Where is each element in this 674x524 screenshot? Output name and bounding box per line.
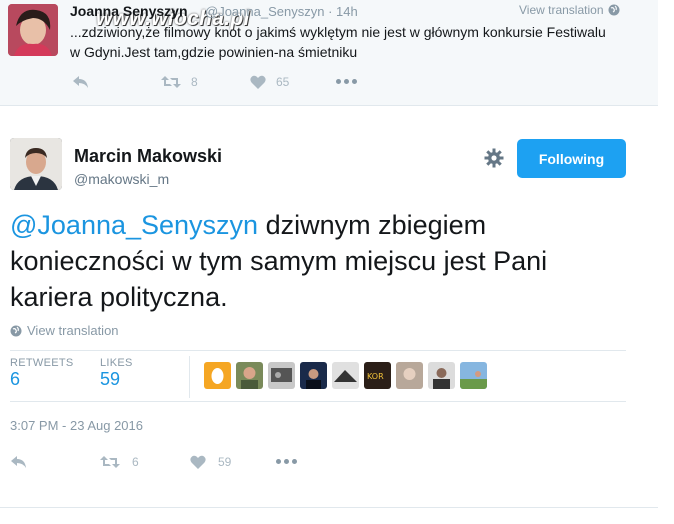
globe-icon xyxy=(10,325,22,336)
retweet-button[interactable]: 8 xyxy=(161,75,198,89)
previous-tweet[interactable]: www.wiocha.pl Joanna Senyszyn @Joanna_Se… xyxy=(0,0,658,106)
like-count: 59 xyxy=(218,455,232,469)
retweet-icon xyxy=(161,76,181,88)
author-name[interactable]: Marcin Makowski xyxy=(74,146,222,167)
divider xyxy=(10,350,626,351)
joanna-avatar[interactable] xyxy=(8,4,58,56)
tweet-time[interactable]: · 14h xyxy=(328,4,358,19)
mention-link[interactable]: @Joanna_Senyszyn xyxy=(10,210,258,240)
author-name[interactable]: Joanna Senyszyn xyxy=(70,3,188,19)
globe-icon xyxy=(608,4,619,16)
view-translation-label: View translation xyxy=(27,323,119,338)
like-icon xyxy=(250,75,266,89)
view-translation-link[interactable]: View translation xyxy=(10,323,119,338)
reply-button[interactable] xyxy=(72,75,90,89)
liker-avatar[interactable] xyxy=(396,362,423,389)
reply-icon xyxy=(73,76,88,88)
liker-avatar[interactable]: KOR xyxy=(364,362,391,389)
liker-avatar[interactable] xyxy=(300,362,327,389)
likes-stat[interactable]: LIKES 59 xyxy=(100,357,133,390)
liker-avatars: KOR xyxy=(204,362,487,389)
like-button[interactable]: 65 xyxy=(250,75,289,89)
liker-avatar[interactable] xyxy=(236,362,263,389)
more-icon[interactable] xyxy=(276,459,297,464)
like-button[interactable]: 59 xyxy=(190,455,231,469)
liker-avatar[interactable] xyxy=(204,362,231,389)
retweets-label: RETWEETS xyxy=(10,357,74,369)
marcin-avatar[interactable] xyxy=(10,138,62,190)
divider xyxy=(0,507,658,508)
tweet-timestamp[interactable]: 3:07 PM - 23 Aug 2016 xyxy=(10,418,143,433)
divider xyxy=(189,356,190,398)
following-button[interactable]: Following xyxy=(517,139,626,178)
liker-avatar[interactable] xyxy=(332,362,359,389)
divider xyxy=(10,401,626,402)
author-handle-text: @Joanna_Senyszyn xyxy=(205,4,325,19)
retweet-count: 8 xyxy=(191,75,198,89)
tweet-text: ...zdziwiony,że filmowy knot o jakimś wy… xyxy=(70,24,606,60)
retweet-count: 6 xyxy=(132,455,139,469)
page-edge xyxy=(658,0,674,524)
liker-avatar[interactable] xyxy=(460,362,487,389)
likes-count: 59 xyxy=(100,369,121,389)
view-translation-link[interactable]: View translation xyxy=(519,3,620,17)
author-handle[interactable]: @makowski_m xyxy=(74,171,169,187)
author-handle[interactable]: @Joanna_Senyszyn · 14h xyxy=(205,4,358,19)
liker-avatar[interactable] xyxy=(268,362,295,389)
more-icon[interactable] xyxy=(336,79,357,84)
retweet-button[interactable]: 6 xyxy=(100,455,139,469)
retweets-count: 6 xyxy=(10,369,21,389)
view-translation-label: View translation xyxy=(519,3,604,17)
liker-avatar[interactable] xyxy=(428,362,455,389)
gear-icon[interactable] xyxy=(484,148,504,173)
tweet-text: @Joanna_Senyszyn dziwnym zbiegiem koniec… xyxy=(10,207,630,315)
retweet-icon xyxy=(100,456,120,468)
retweets-stat[interactable]: RETWEETS 6 xyxy=(10,357,74,390)
reply-icon xyxy=(11,456,26,468)
reply-button[interactable] xyxy=(10,455,28,469)
svg-text:KOR: KOR xyxy=(367,372,384,381)
like-count: 65 xyxy=(276,75,290,89)
like-icon xyxy=(190,455,206,469)
likes-label: LIKES xyxy=(100,357,133,369)
